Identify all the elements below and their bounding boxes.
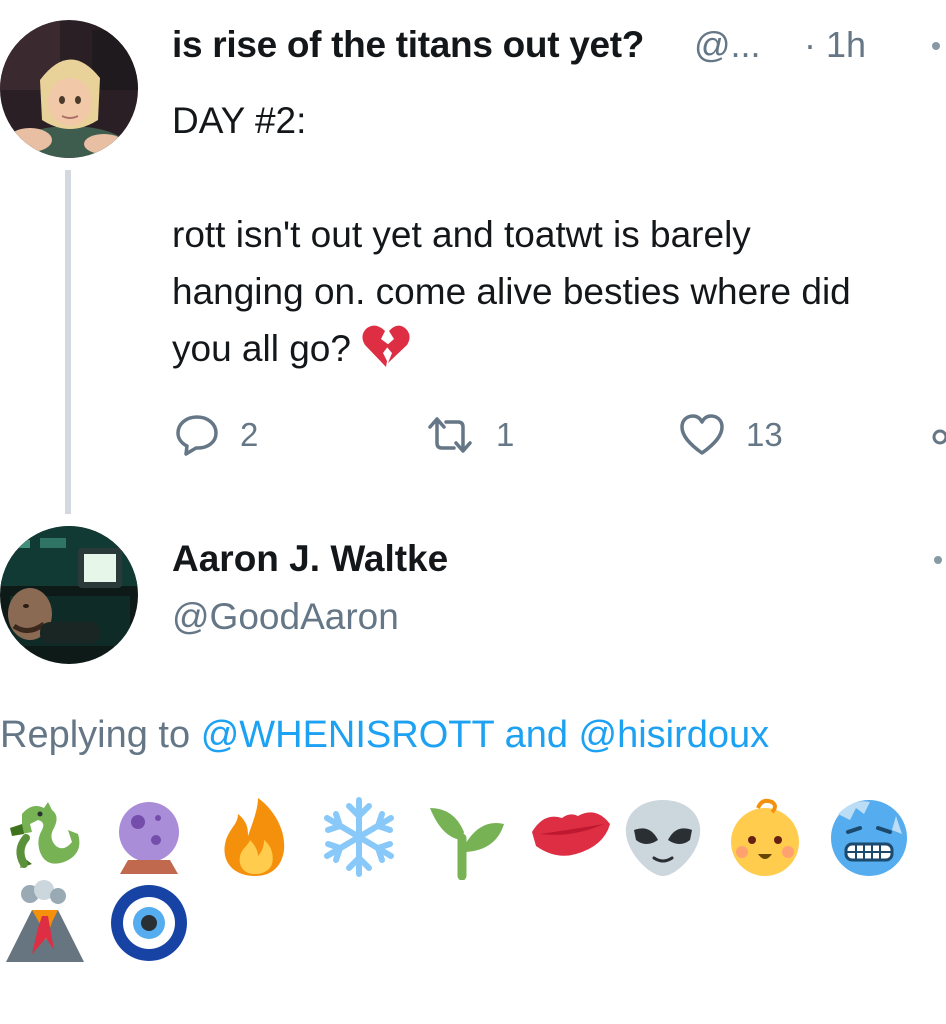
tweet-text-line: DAY #2: [172, 100, 307, 141]
like-button[interactable]: 13 [678, 412, 783, 458]
tweet-header: is rise of the titans out yet? @... · 1h [172, 24, 946, 74]
snowflake-icon [316, 794, 402, 880]
replying-to-label: Replying to [0, 714, 191, 756]
reply-author-avatar[interactable] [0, 526, 138, 664]
tweet-text-line: you all go? [172, 320, 946, 385]
tweet-author-handle[interactable]: @... [694, 24, 761, 66]
broken-heart-emoji-icon [361, 323, 411, 385]
reply-author-handle[interactable]: @GoodAaron [172, 596, 399, 638]
replying-to-line: Replying to @WHENISROTT and @hisirdoux [0, 714, 769, 757]
dragon-icon [2, 794, 88, 880]
reply-icon [174, 413, 220, 457]
tweet-author-name[interactable]: is rise of the titans out yet? [172, 24, 644, 66]
tweet-text: DAY #2: rott isn't out yet and toatwt is… [172, 92, 946, 385]
reply-count: 2 [240, 416, 259, 453]
tweet-text-line: hanging on. come alive besties where did [172, 271, 851, 312]
like-count: 13 [746, 416, 783, 453]
cold-face-icon [826, 794, 912, 880]
retweet-button[interactable]: 1 [424, 412, 514, 458]
emoji-row [0, 880, 946, 970]
crystal-ball-icon [106, 794, 192, 880]
mention-link[interactable]: @WHENISROTT [201, 714, 494, 756]
thread-line [65, 170, 71, 514]
more-options-icon[interactable] [934, 556, 942, 564]
nazar-amulet-icon [106, 880, 192, 966]
fire-icon [212, 794, 298, 880]
volcano-icon [2, 880, 88, 966]
retweet-count: 1 [496, 416, 515, 453]
author-avatar[interactable] [0, 20, 138, 158]
tweet-timestamp[interactable]: · 1h [804, 24, 866, 66]
kiss-mark-icon [528, 794, 614, 880]
baby-icon [722, 794, 808, 880]
mention-link[interactable]: @hisirdoux [579, 714, 770, 756]
share-icon [930, 415, 946, 455]
mention-and[interactable]: and [505, 714, 568, 756]
reply-button[interactable]: 2 [174, 412, 258, 458]
share-button[interactable] [930, 412, 946, 458]
seedling-icon [422, 794, 508, 880]
heart-icon [678, 413, 726, 457]
tweet-text-line: rott isn't out yet and toatwt is barely [172, 214, 751, 255]
retweet-icon [424, 415, 476, 455]
more-options-icon[interactable] [932, 42, 940, 50]
alien-icon [620, 794, 706, 880]
reply-author-name[interactable]: Aaron J. Waltke [172, 538, 448, 580]
emoji-row [0, 794, 946, 884]
